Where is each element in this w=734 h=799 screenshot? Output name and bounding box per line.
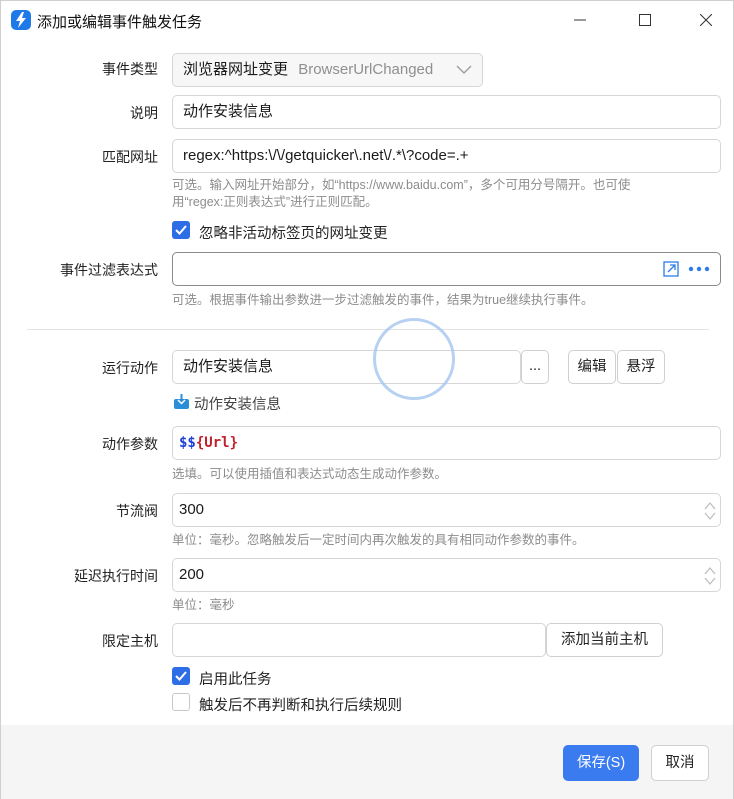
host-label: 限定主机	[102, 633, 158, 649]
loading-spinner	[373, 318, 455, 400]
stop-after-label: 触发后不再判断和执行后续规则	[199, 698, 402, 714]
ignore-inactive-checkbox[interactable]	[172, 221, 190, 239]
action-params-input[interactable]: $${Url}	[172, 426, 721, 460]
delay-label: 延迟执行时间	[74, 568, 158, 584]
match-url-hint-1: 可选。输入网址开始部分，如“https://www.baidu.com”，多个可…	[172, 178, 631, 192]
description-input[interactable]: 动作安装信息	[172, 95, 721, 129]
action-params-label: 动作参数	[102, 436, 158, 452]
enable-task-checkbox[interactable]	[172, 667, 190, 685]
event-type-value: 浏览器网址变更	[183, 61, 289, 78]
delay-hint: 单位：毫秒	[172, 598, 235, 612]
chevron-down-icon	[456, 65, 472, 74]
stepper-icon[interactable]	[704, 566, 716, 586]
expr-prefix: $$	[179, 435, 196, 451]
quicker-app-icon	[11, 10, 31, 30]
add-current-host-button[interactable]: 添加当前主机	[546, 623, 663, 657]
minimize-button[interactable]	[557, 1, 603, 39]
action-install-icon	[174, 394, 189, 409]
save-button[interactable]: 保存(S)	[563, 745, 639, 781]
cancel-button[interactable]: 取消	[651, 745, 709, 781]
dialog-footer: 保存(S) 取消	[1, 725, 733, 799]
filter-expr-label: 事件过滤表达式	[60, 262, 158, 278]
run-action-input[interactable]: 动作安装信息	[172, 350, 521, 384]
throttle-hint: 单位：毫秒。忽略触发后一定时间内再次触发的具有相同动作参数的事件。	[172, 533, 585, 547]
run-action-label: 运行动作	[102, 360, 158, 376]
event-type-value-sub: BrowserUrlChanged	[298, 61, 434, 78]
open-editor-icon[interactable]	[663, 261, 679, 277]
more-icon[interactable]	[688, 266, 710, 272]
checkmark-icon	[175, 671, 187, 681]
host-input[interactable]	[172, 623, 546, 657]
description-label: 说明	[130, 105, 158, 121]
close-button[interactable]	[683, 1, 729, 39]
browse-action-button[interactable]: ...	[521, 350, 549, 384]
enable-task-label: 启用此任务	[199, 672, 272, 688]
throttle-value: 300	[179, 501, 205, 518]
event-type-label: 事件类型	[102, 61, 158, 77]
close-icon	[700, 14, 712, 26]
stepper-icon[interactable]	[704, 501, 716, 521]
delay-input[interactable]: 200	[172, 558, 721, 592]
ignore-inactive-label: 忽略非活动标签页的网址变更	[199, 226, 388, 242]
title-bar: 添加或编辑事件触发任务	[1, 1, 733, 39]
action-link[interactable]: 动作安装信息	[194, 393, 281, 414]
filter-expr-hint: 可选。根据事件输出参数进一步过滤触发的事件，结果为true继续执行事件。	[172, 293, 594, 307]
minimize-icon	[574, 19, 586, 21]
delay-value: 200	[179, 566, 205, 583]
window-title: 添加或编辑事件触发任务	[37, 14, 203, 31]
match-url-hint-2: 用“regex:正则表达式”进行正则匹配。	[172, 195, 378, 209]
float-action-button[interactable]: 悬浮	[617, 350, 665, 384]
maximize-icon	[639, 14, 651, 26]
maximize-button[interactable]	[622, 1, 668, 39]
action-params-hint: 选填。可以使用插值和表达式动态生成动作参数。	[172, 467, 448, 481]
stop-after-checkbox[interactable]	[172, 693, 190, 711]
checkmark-icon	[175, 225, 187, 235]
section-divider	[27, 329, 709, 330]
match-url-label: 匹配网址	[102, 149, 158, 165]
match-url-input[interactable]: regex:^https:\/\/getquicker\.net\/.*\?co…	[172, 139, 721, 173]
edit-action-button[interactable]: 编辑	[568, 350, 616, 384]
event-type-select[interactable]: 浏览器网址变更 BrowserUrlChanged	[172, 53, 483, 87]
throttle-input[interactable]: 300	[172, 493, 721, 527]
filter-expr-input[interactable]	[172, 252, 721, 286]
dialog-window: 添加或编辑事件触发任务 事件类型 浏览器网址变更 BrowserUrlChang…	[0, 0, 734, 799]
expr-variable: {Url}	[195, 435, 239, 451]
throttle-label: 节流阀	[116, 503, 158, 519]
